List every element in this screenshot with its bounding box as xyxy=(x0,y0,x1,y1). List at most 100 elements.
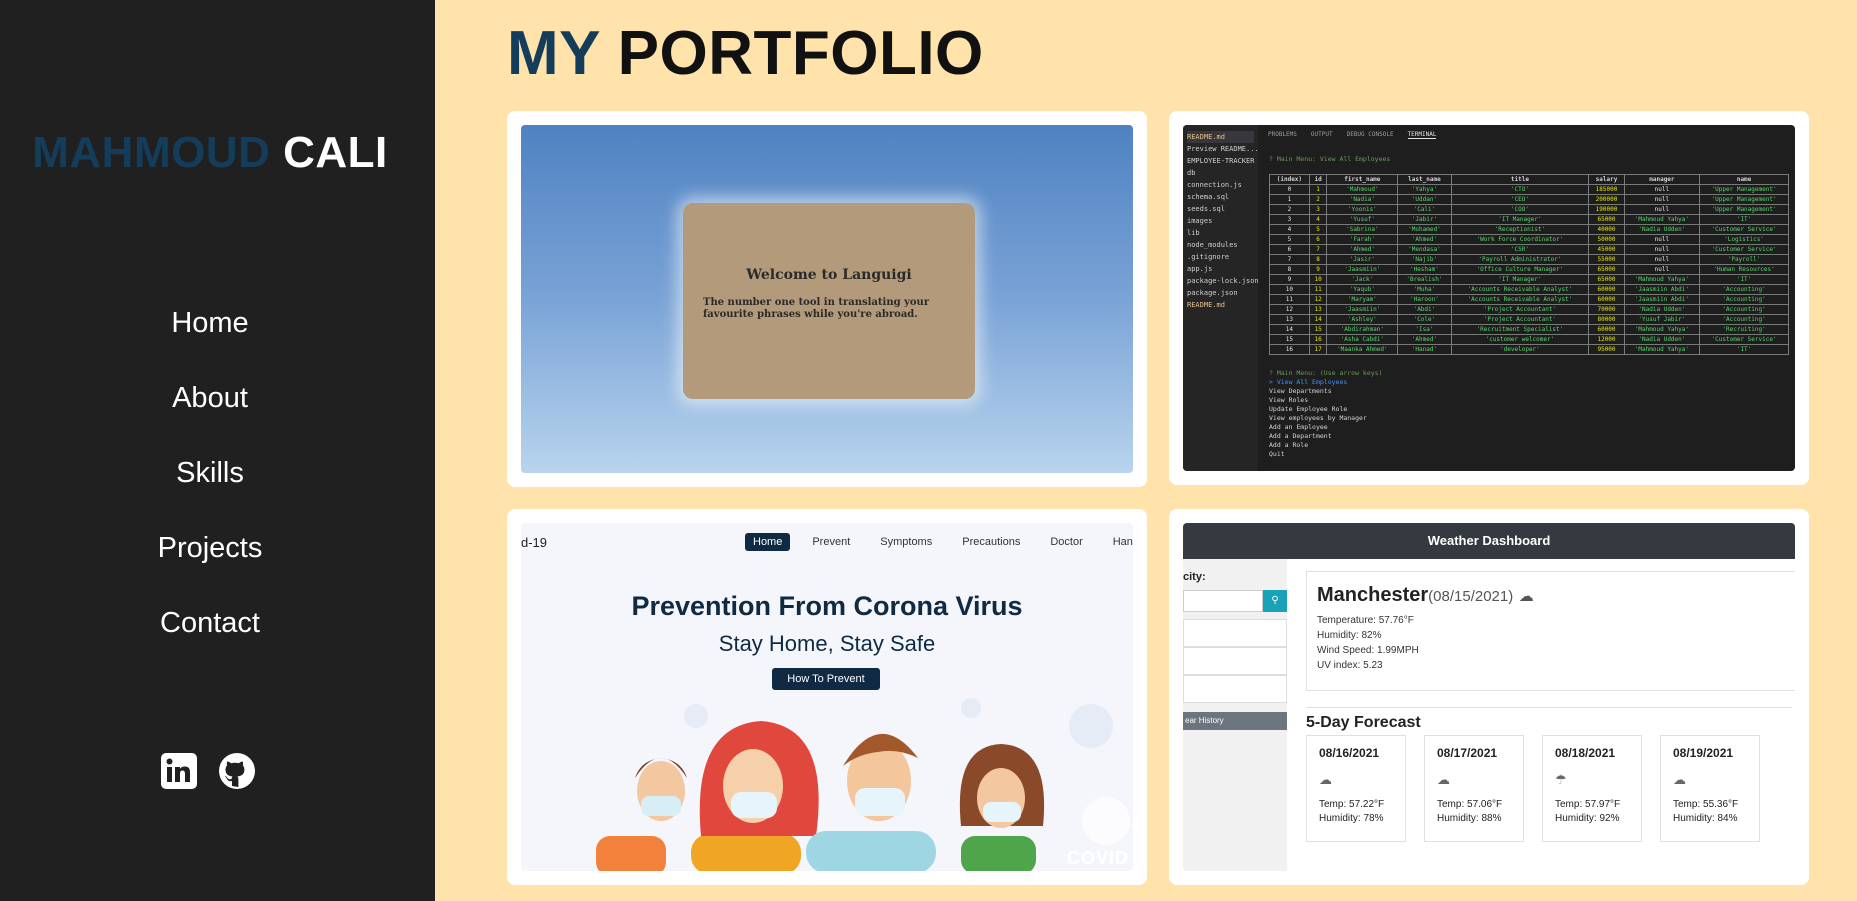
table-cell: 'Yusuf' xyxy=(1326,214,1399,225)
welcome-modal: Welcome to Languigi The number one tool … xyxy=(683,203,975,399)
project-card-languigi[interactable]: Welcome to Languigi The number one tool … xyxy=(507,111,1147,487)
table-cell: null xyxy=(1623,184,1701,195)
table-cell: 'Mendasa' xyxy=(1397,244,1452,255)
terminal-option: Add an Employee xyxy=(1269,423,1328,431)
table-cell: 'Hesham' xyxy=(1397,264,1452,275)
table-row: 14 15 'Abdirahman' 'Isa' 'Recruitment Specia… xyxy=(1269,324,1789,335)
file-item: db xyxy=(1187,169,1196,177)
table-cell: 6 xyxy=(1308,234,1328,245)
menu-doctor: Doctor xyxy=(1050,536,1083,548)
table-cell: 'Receptionist' xyxy=(1450,224,1590,235)
main-nav: Home About Skills Projects Contact xyxy=(0,298,420,673)
table-cell: 'Haroon' xyxy=(1397,294,1452,305)
table-cell: 7 xyxy=(1269,254,1310,265)
forecast-card: 08/16/2021 ☁ Temp: 57.22°F Humidity: 78% xyxy=(1306,735,1406,842)
table-cell: 'Customer Service' xyxy=(1699,334,1789,345)
table-cell: 4 xyxy=(1308,214,1328,225)
linkedin-icon[interactable] xyxy=(160,752,198,790)
table-cell: 'Ahmed' xyxy=(1397,234,1452,245)
nav-contact-link[interactable]: Contact xyxy=(0,598,420,673)
project-screenshot-terminal: README.md Preview README... EMPLOYEE-TRACK… xyxy=(1183,125,1795,471)
table-cell: 'Office Culture Manager' xyxy=(1450,264,1590,275)
nav-about-link[interactable]: About xyxy=(0,373,420,448)
file-item: app.js xyxy=(1187,265,1213,273)
table-cell: 'IT' xyxy=(1699,274,1789,285)
weather-icon: ☁ xyxy=(1437,772,1450,787)
table-cell: 'Work Force Coordinator' xyxy=(1450,234,1590,245)
forecast-humidity: Humidity: 92% xyxy=(1555,813,1620,824)
table-cell: 14 xyxy=(1308,314,1328,325)
title-portfolio: PORTFOLIO xyxy=(617,19,984,88)
table-cell: 9 xyxy=(1269,274,1310,285)
file-item: .gitignore xyxy=(1187,253,1230,261)
table-header: manager xyxy=(1623,174,1701,185)
file-item: README.md xyxy=(1187,301,1225,309)
table-header: id xyxy=(1308,174,1328,185)
current-wind-speed: Wind Speed: 1.99MPH xyxy=(1317,645,1419,656)
github-icon[interactable] xyxy=(218,752,256,790)
nav-skills-link[interactable]: Skills xyxy=(0,448,420,523)
menu-symptoms: Symptoms xyxy=(880,536,933,548)
file-item: node_modules xyxy=(1187,241,1238,249)
table-cell: 'Nadia' xyxy=(1326,194,1399,205)
project-card-corona[interactable]: d-19 Home Prevent Symptoms Precautions D… xyxy=(507,509,1147,885)
table-cell: 'Yoonis' xyxy=(1326,204,1399,215)
clear-history-button: ear History xyxy=(1183,712,1287,730)
table-cell: null xyxy=(1623,264,1701,275)
project-card-employee-tracker[interactable]: README.md Preview README... EMPLOYEE-TRACK… xyxy=(1169,111,1809,485)
how-to-prevent-button: How To Prevent xyxy=(772,668,880,690)
table-cell: 'CTO' xyxy=(1450,184,1590,195)
file-item: schema.sql xyxy=(1187,193,1230,201)
forecast-card: 08/18/2021 ☂ Temp: 57.97°F Humidity: 92% xyxy=(1542,735,1642,842)
table-cell: 'IT' xyxy=(1699,344,1789,355)
table-cell: 16 xyxy=(1308,334,1328,345)
modal-text: The number one tool in translating your … xyxy=(703,297,930,320)
weather-icon: ☁ xyxy=(1319,772,1332,787)
table-cell: 'CSR' xyxy=(1450,244,1590,255)
menu-prevent: Prevent xyxy=(812,536,851,548)
table-cell: 'Farah' xyxy=(1326,234,1399,245)
table-cell: 14 xyxy=(1269,324,1310,335)
masked-people-illustration xyxy=(596,698,1130,871)
hero-subheading: Stay Home, Stay Safe xyxy=(718,631,936,656)
table-cell: 12 xyxy=(1308,294,1328,305)
table-header: salary xyxy=(1588,174,1625,185)
forecast-humidity: Humidity: 88% xyxy=(1437,813,1502,824)
weather-search-panel: city: ⚲ ear History xyxy=(1183,559,1287,871)
forecast-card: 08/17/2021 ☁ Temp: 57.06°F Humidity: 88% xyxy=(1424,735,1524,842)
table-cell: 'Sabrina' xyxy=(1326,224,1399,235)
table-cell: 'Upper Management' xyxy=(1699,204,1789,215)
terminal-menu-prompt: ? Main Menu: (Use arrow keys) xyxy=(1269,369,1383,377)
table-cell: 'Cali' xyxy=(1397,204,1452,215)
table-cell: 'Accounting' xyxy=(1699,284,1789,295)
table-cell: 11 xyxy=(1308,284,1328,295)
forecast-card: 08/19/2021 ☁ Temp: 55.36°F Humidity: 84% xyxy=(1660,735,1760,842)
table-cell: 60000 xyxy=(1588,284,1625,295)
search-label: city: xyxy=(1183,571,1206,583)
table-cell: 40000 xyxy=(1588,224,1625,235)
table-cell: 45000 xyxy=(1588,244,1625,255)
table-cell: 200000 xyxy=(1588,194,1625,205)
nav-home-link[interactable]: Home xyxy=(0,298,420,373)
table-cell: 'Project Accountant' xyxy=(1450,314,1590,325)
table-cell: 'Mahmoud Yahya' xyxy=(1623,214,1701,225)
menu-precautions: Precautions xyxy=(962,536,1021,548)
project-card-weather[interactable]: Weather Dashboard city: ⚲ ear History Ma… xyxy=(1169,509,1809,885)
table-cell: 'Recruitment Specialist' xyxy=(1450,324,1590,335)
table-cell: 'Ahmed' xyxy=(1397,334,1452,345)
panel-tabs: PROBLEMS OUTPUT DEBUG CONSOLE TERMINAL xyxy=(1268,131,1437,139)
file-explorer: README.md Preview README... EMPLOYEE-TRACK… xyxy=(1183,125,1258,471)
table-cell: 'Mahmoud Yahya' xyxy=(1623,324,1701,335)
brand-logo[interactable]: MAHMOUD CALI xyxy=(0,128,420,178)
current-date: (08/15/2021) xyxy=(1428,588,1514,605)
page-title: MY PORTFOLIO xyxy=(507,18,984,89)
table-cell: null xyxy=(1623,234,1701,245)
table-row: 5 6 'Farah' 'Ahmed' 'Work Force Coordinator'… xyxy=(1269,234,1789,245)
table-cell: 3 xyxy=(1308,204,1328,215)
table-cell: 185000 xyxy=(1588,184,1625,195)
table-cell: 50000 xyxy=(1588,234,1625,245)
nav-projects-link[interactable]: Projects xyxy=(0,523,420,598)
forecast-date: 08/19/2021 xyxy=(1673,746,1734,760)
current-uv-index: UV index: 5.23 xyxy=(1317,660,1383,671)
table-cell: 0 xyxy=(1269,184,1310,195)
